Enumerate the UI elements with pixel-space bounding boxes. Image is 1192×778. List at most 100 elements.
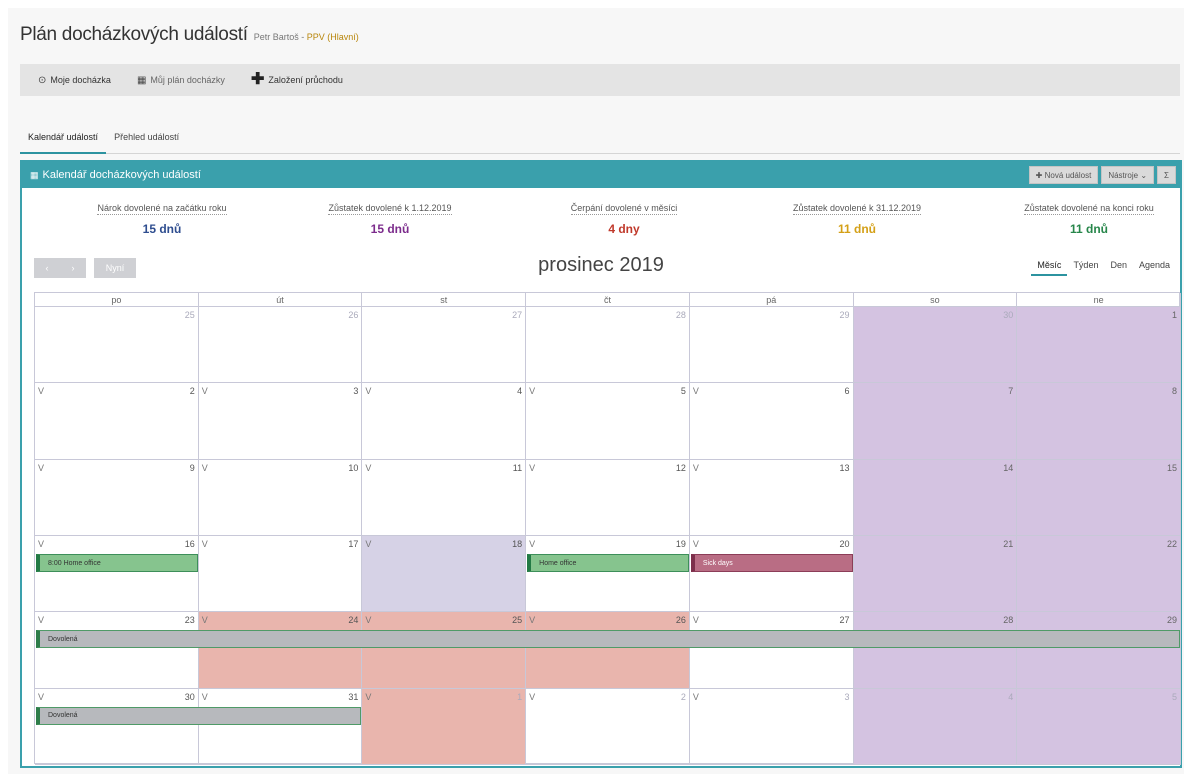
day-cell[interactable]: 15 <box>1017 459 1181 536</box>
weekday-3: čt <box>526 293 690 307</box>
day-cell[interactable]: 3V <box>689 688 854 765</box>
day-cell[interactable]: 4V <box>362 383 527 460</box>
new-event-button[interactable]: ✚ Nová událost <box>1028 166 1099 184</box>
day-cell[interactable]: 30 <box>853 307 1018 384</box>
day-cell[interactable]: 25 V <box>362 612 527 689</box>
day-cell[interactable]: 31 V <box>198 688 363 765</box>
day-cell[interactable]: 11 V <box>362 459 527 536</box>
day-number: 12 <box>675 462 686 473</box>
day-cell[interactable]: 29 <box>689 307 854 384</box>
day-number: 22 <box>1166 539 1177 549</box>
stat-label: Nárok dovolené na začátku roku <box>97 203 227 215</box>
stat-usage: Čerpání dovolené v měsíci 4 dny <box>534 198 714 236</box>
sum-button[interactable]: Σ <box>1157 166 1176 184</box>
day-cell[interactable]: 25 <box>35 307 199 384</box>
clock-icon: ⊙ <box>38 74 47 86</box>
day-cell[interactable]: 2V <box>526 688 690 765</box>
day-number: 26 <box>348 310 359 320</box>
day-cell[interactable]: 5V <box>526 383 690 460</box>
day-cell[interactable]: 28 <box>853 612 1018 689</box>
day-cell[interactable]: 12 V <box>526 459 690 536</box>
day-cell[interactable]: 5 <box>1017 688 1181 765</box>
day-number: 3 <box>353 386 359 397</box>
day-number: 14 <box>1003 462 1014 473</box>
calendar-event[interactable]: 8:00 Home office <box>36 554 198 572</box>
view-month[interactable]: Měsíc <box>1031 260 1068 276</box>
day-cell[interactable]: 26 <box>198 307 363 384</box>
day-marker: V <box>365 539 372 549</box>
calendar-event[interactable]: Home office <box>527 554 689 572</box>
day-marker: V <box>201 691 208 702</box>
day-marker: V <box>529 539 536 549</box>
day-number: 11 <box>512 462 523 473</box>
day-cell[interactable]: 27 <box>362 307 527 384</box>
day-marker: V <box>692 539 699 549</box>
day-cell[interactable]: 29 <box>1017 612 1181 689</box>
month-grid: po út st čt pá so ne 25 26 27 28 29 30 1 2 V 3 V 4 V 5 V 6 V 7 8… <box>34 292 1181 765</box>
day-number: 10 <box>348 462 359 473</box>
day-cell[interactable]: 6V <box>689 383 854 460</box>
day-number: 25 <box>184 310 195 320</box>
calendar-event[interactable]: Dovolená <box>36 630 1180 649</box>
day-number: 20 <box>839 539 850 549</box>
day-cell[interactable]: 28 <box>526 307 690 384</box>
weekday-4: pá <box>690 293 854 307</box>
day-cell[interactable]: 24 V <box>198 612 363 689</box>
day-cell[interactable]: 16 V <box>35 536 199 613</box>
stat-balance-end-year: Zůstatek dovolené na konci roku 11 dnů <box>994 198 1184 236</box>
day-cell[interactable]: 19 V <box>526 536 690 613</box>
day-marker: V <box>38 691 45 702</box>
day-cell[interactable]: 10 V <box>198 459 363 536</box>
day-cell[interactable]: 4 <box>853 688 1018 765</box>
day-cell[interactable]: 9V <box>35 459 199 536</box>
view-week[interactable]: Týden <box>1067 260 1104 276</box>
my-plan-button[interactable]: ▦ Můj plán docházky <box>137 75 225 86</box>
day-cell[interactable]: 27 V <box>689 612 854 689</box>
toolbar: ⊙ Moje docházka ▦ Můj plán docházky ✚ Za… <box>20 64 1180 96</box>
vacation-stats: Nárok dovolené na začátku roku 15 dnů Zů… <box>22 198 1180 238</box>
page-title: Plán docházkových událostí <box>20 24 248 45</box>
day-cell[interactable]: 18 V <box>362 536 527 613</box>
month-title: prosinec 2019 <box>538 254 664 276</box>
plus-icon: ✚ <box>1035 170 1045 180</box>
my-attendance-button[interactable]: ⊙ Moje docházka <box>38 75 111 86</box>
tools-label: Nástroje <box>1108 170 1139 180</box>
stat-label: Čerpání dovolené v měsíci <box>570 203 678 215</box>
stat-value: 15 dnů <box>370 222 410 236</box>
day-cell[interactable]: 26 V <box>526 612 690 689</box>
day-cell[interactable]: 14 <box>853 459 1018 536</box>
tools-dropdown[interactable]: Nástroje ⌄ <box>1101 166 1155 184</box>
day-cell[interactable]: 7 <box>853 383 1018 460</box>
day-number: 26 <box>675 615 686 626</box>
view-day[interactable]: Den <box>1104 260 1133 276</box>
tab-calendar[interactable]: Kalendář událostí <box>20 128 107 154</box>
day-cell[interactable]: 21 <box>853 536 1018 613</box>
day-marker: V <box>692 691 699 702</box>
calendar-event[interactable]: Sick days <box>690 554 853 572</box>
day-number: 21 <box>1003 539 1014 549</box>
day-marker: V <box>529 691 536 702</box>
day-cell[interactable]: 17 V <box>198 536 363 613</box>
tab-overview[interactable]: Přehled událostí <box>106 128 187 154</box>
day-cell[interactable]: 3V <box>198 383 363 460</box>
new-event-label: Nová událost <box>1044 170 1092 180</box>
day-cell[interactable]: 13 V <box>689 459 854 536</box>
day-cell[interactable]: 1 <box>1017 307 1181 384</box>
day-number: 5 <box>1171 691 1177 702</box>
day-cell[interactable]: 30 V <box>35 688 199 765</box>
create-pass-button[interactable]: ✚ Založení průchodu <box>251 72 343 88</box>
day-cell[interactable]: 8 <box>1017 383 1181 460</box>
day-marker: V <box>365 691 372 702</box>
day-cell[interactable]: 2V <box>35 383 199 460</box>
day-cell[interactable]: 20 V <box>689 536 854 613</box>
day-marker: V <box>365 615 372 626</box>
day-number: 19 <box>675 539 686 549</box>
day-cell[interactable]: 22 <box>1017 536 1181 613</box>
calendar-event[interactable]: Dovolená <box>36 706 362 725</box>
stat-balance-end-month: Zůstatek dovolené k 31.12.2019 11 dnů <box>762 198 952 236</box>
day-cell[interactable]: 23 V <box>35 612 199 689</box>
day-marker: V <box>692 615 699 626</box>
view-agenda[interactable]: Agenda <box>1133 260 1176 276</box>
day-cell[interactable]: 1V <box>362 688 527 765</box>
day-number: 29 <box>839 310 850 320</box>
